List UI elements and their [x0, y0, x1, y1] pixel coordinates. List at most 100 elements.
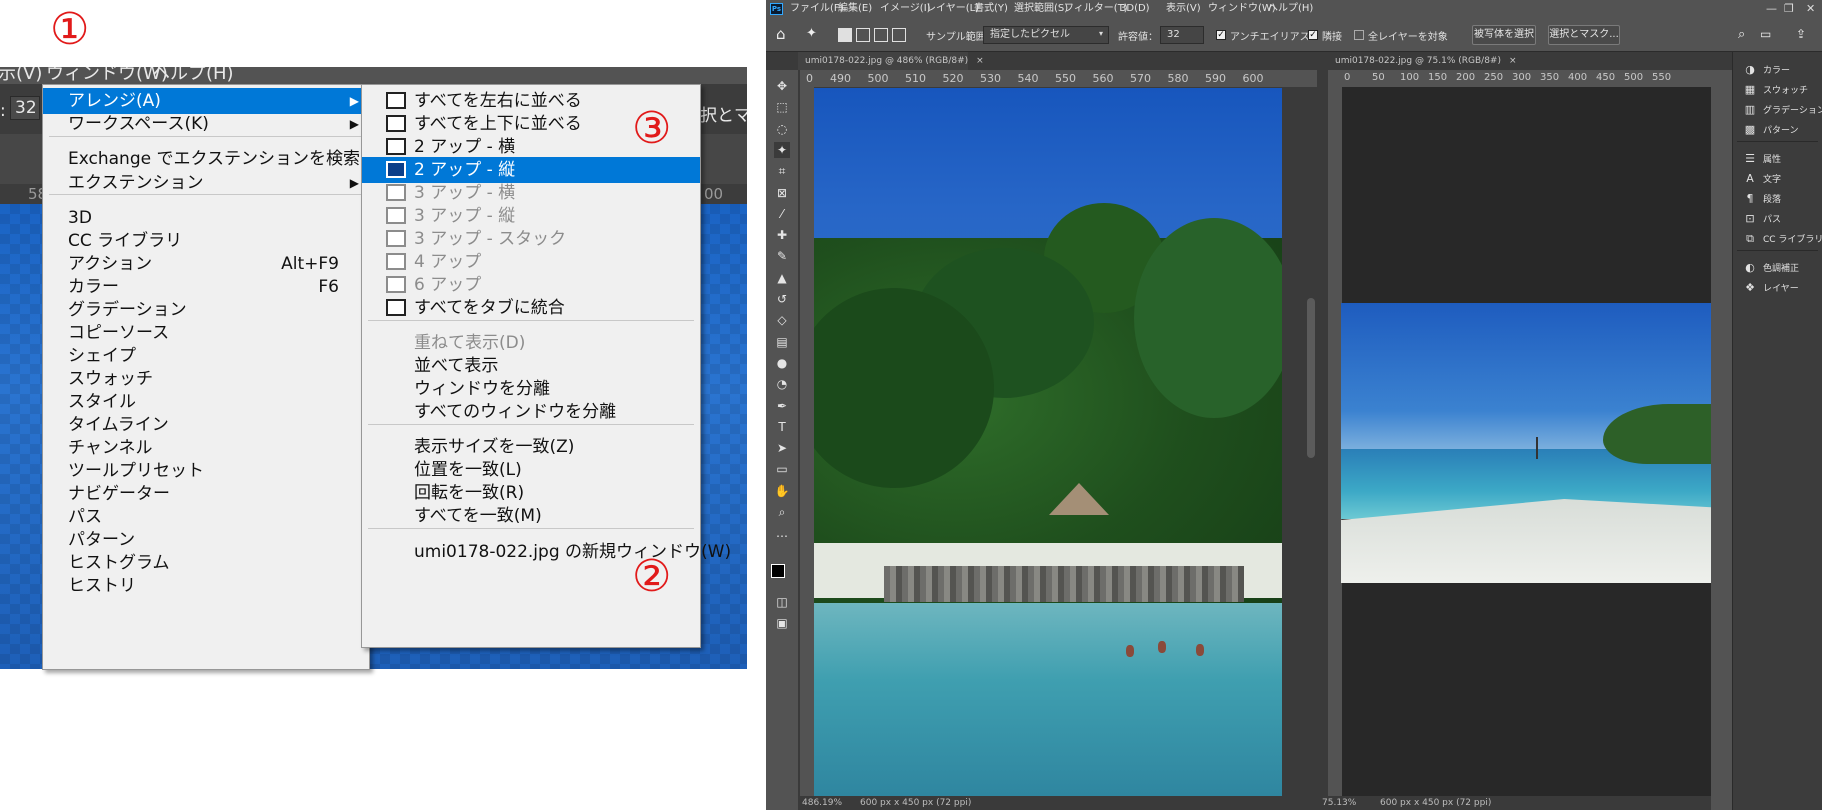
rectangle-icon[interactable]: ▭	[774, 461, 790, 477]
scroll-thumb[interactable]	[1307, 298, 1315, 458]
zoom-icon[interactable]: ⌕	[774, 504, 790, 520]
menu-item-label: パターン	[68, 530, 136, 550]
ps-menu-8[interactable]: 表示(V)	[1166, 0, 1201, 18]
ps-menu-10[interactable]: ヘルプ(H)	[1268, 0, 1313, 18]
antialias-checkbox[interactable]: ✓	[1216, 30, 1226, 40]
menu-item-label: アクション	[68, 254, 153, 274]
sample-size-select[interactable]: 指定したピクセル	[983, 26, 1109, 44]
screen-mode-icon[interactable]: ▣	[774, 615, 790, 631]
type-icon[interactable]: T	[774, 419, 790, 435]
arrange-menu-item[interactable]: すべてのウィンドウを分離	[362, 399, 700, 425]
quick-mask-icon[interactable]: ◫	[774, 594, 790, 610]
panel-paths[interactable]: ⊡ パス	[1743, 210, 1781, 228]
crop-icon[interactable]: ⌗	[774, 163, 790, 179]
2up-vertical-icon	[386, 161, 406, 178]
options-colon: :	[0, 101, 6, 121]
subtract-selection-icon[interactable]	[874, 28, 888, 42]
ruler-tick-label: 0	[1344, 72, 1351, 83]
ps-menu-9[interactable]: ウィンドウ(W)	[1208, 0, 1276, 18]
eraser-icon[interactable]: ◇	[774, 312, 790, 328]
panel-properties[interactable]: ☰ 属性	[1743, 150, 1781, 168]
select-subject-button[interactable]: 被写体を選択	[1472, 25, 1536, 45]
add-selection-icon[interactable]	[856, 28, 870, 42]
new-selection-icon[interactable]	[838, 28, 852, 42]
hand-icon[interactable]: ✋	[774, 483, 790, 499]
doc2-zoom-status[interactable]: 75.13%	[1322, 796, 1356, 810]
ruler-tick-label: 0	[806, 72, 813, 85]
frame-icon[interactable]: ⊠	[774, 185, 790, 201]
select-and-mask-button[interactable]: 選択とマスク...	[1548, 25, 1620, 45]
restore-icon[interactable]: ❐	[1784, 0, 1794, 18]
ruler-tick-label: 450	[1596, 72, 1616, 83]
minimize-icon[interactable]: —	[1766, 0, 1777, 18]
share-icon[interactable]: ⇪	[1796, 27, 1806, 41]
contiguous-checkbox[interactable]: ✓	[1308, 30, 1318, 40]
foreground-color-swatch[interactable]	[771, 564, 785, 578]
panel-swatches[interactable]: ▦ スウォッチ	[1743, 81, 1808, 99]
select-mask-fragment[interactable]: 択とマス	[700, 101, 747, 126]
panel-paragraph[interactable]: ¶ 段落	[1743, 190, 1782, 208]
close-icon[interactable]: ✕	[1806, 0, 1815, 18]
menubar-help[interactable]: ヘルプ(H)	[152, 67, 234, 83]
pen-icon[interactable]: ✒	[774, 398, 790, 414]
ps-menu-3[interactable]: レイヤー(L)	[926, 0, 979, 18]
panel-label: グラデーション	[1763, 106, 1822, 116]
color-icon: ◑	[1745, 63, 1755, 76]
libraries-icon: ⧉	[1746, 232, 1754, 245]
lasso-icon[interactable]: ◌	[774, 121, 790, 137]
intersect-selection-icon[interactable]	[892, 28, 906, 42]
tolerance-input[interactable]: 32	[1160, 26, 1204, 44]
workspace-icon[interactable]: ▭	[1760, 27, 1771, 41]
menubar-view-fragment[interactable]: 示(V)	[0, 67, 42, 83]
doc1-zoom-status[interactable]: 486.19%	[802, 796, 842, 810]
eyedropper-icon[interactable]: ⁄	[774, 206, 790, 222]
gradient-icon[interactable]: ▤	[774, 334, 790, 350]
menu-item-label: すべてを上下に並べる	[414, 114, 582, 134]
magic-wand-preset-icon[interactable]: ✦	[806, 26, 817, 41]
panel-character[interactable]: A 文字	[1743, 170, 1781, 188]
window-menu-item[interactable]: エクステンション ▶	[43, 170, 369, 196]
ps-menu-0[interactable]: ファイル(F)	[790, 0, 844, 18]
move-icon[interactable]: ✥	[774, 78, 790, 94]
arrange-menu-item[interactable]: すべてをタブに統合	[362, 295, 700, 321]
healing-icon[interactable]: ✚	[774, 227, 790, 243]
doc2-canvas[interactable]	[1341, 303, 1713, 583]
tolerance-fragment[interactable]: 32	[10, 96, 40, 120]
ps-menu-4[interactable]: 書式(Y)	[974, 0, 1008, 18]
close-tab-icon[interactable]: ×	[1509, 56, 1517, 66]
magic-wand-icon[interactable]: ✦	[774, 141, 790, 158]
more-tools-icon[interactable]: …	[774, 525, 790, 541]
doc-tab-2[interactable]: umi0178-022.jpg @ 75.1% (RGB/8#) ×	[1328, 52, 1518, 70]
stamp-icon[interactable]: ▲	[774, 270, 790, 286]
window-menu-item[interactable]: ワークスペース(K) ▶	[43, 111, 369, 137]
menubar-window[interactable]: ウィンドウ(W)	[46, 67, 168, 83]
all-layers-checkbox[interactable]	[1354, 30, 1364, 40]
ps-menu-7[interactable]: 3D(D)	[1120, 0, 1150, 18]
close-tab-icon[interactable]: ×	[976, 56, 984, 66]
arrange-menu-item[interactable]: すべてを一致(M)	[362, 503, 700, 529]
window-menu-item[interactable]: Exchange でエクステンションを検索...	[43, 146, 369, 172]
search-icon[interactable]: ⌕	[1738, 27, 1745, 42]
doc1-scrollbar[interactable]	[1305, 88, 1317, 796]
panel-gradient[interactable]: ▥ グラデーション	[1743, 101, 1822, 119]
ps-menu-2[interactable]: イメージ(I)	[880, 0, 931, 18]
panel-layers[interactable]: ❖ レイヤー	[1743, 279, 1799, 297]
home-icon[interactable]: ⌂	[776, 25, 786, 43]
ps-menu-6[interactable]: フィルター(T)	[1064, 0, 1128, 18]
panel-pattern[interactable]: ▩ パターン	[1743, 121, 1799, 139]
doc-tab-1[interactable]: umi0178-022.jpg @ 486% (RGB/8#) ×	[798, 52, 984, 70]
window-menu-item[interactable]: ヒストリ	[43, 573, 369, 599]
panel-adjustments[interactable]: ◐ 色調補正	[1743, 259, 1799, 277]
menu-item-label: 4 アップ	[414, 252, 482, 272]
path-select-icon[interactable]: ➤	[774, 440, 790, 456]
panel-libraries[interactable]: ⧉ CC ライブラリ	[1743, 230, 1822, 248]
ps-menu-1[interactable]: 編集(E)	[838, 0, 872, 18]
dodge-icon[interactable]: ◔	[774, 376, 790, 392]
brush-icon[interactable]: ✎	[774, 248, 790, 264]
ps-menu-5[interactable]: 選択範囲(S)	[1014, 0, 1068, 18]
marquee-icon[interactable]: ⬚	[774, 99, 790, 115]
panel-color[interactable]: ◑ カラー	[1743, 61, 1790, 79]
blur-icon[interactable]: ●	[774, 355, 790, 371]
doc1-canvas[interactable]	[814, 88, 1282, 796]
history-brush-icon[interactable]: ↺	[774, 291, 790, 307]
